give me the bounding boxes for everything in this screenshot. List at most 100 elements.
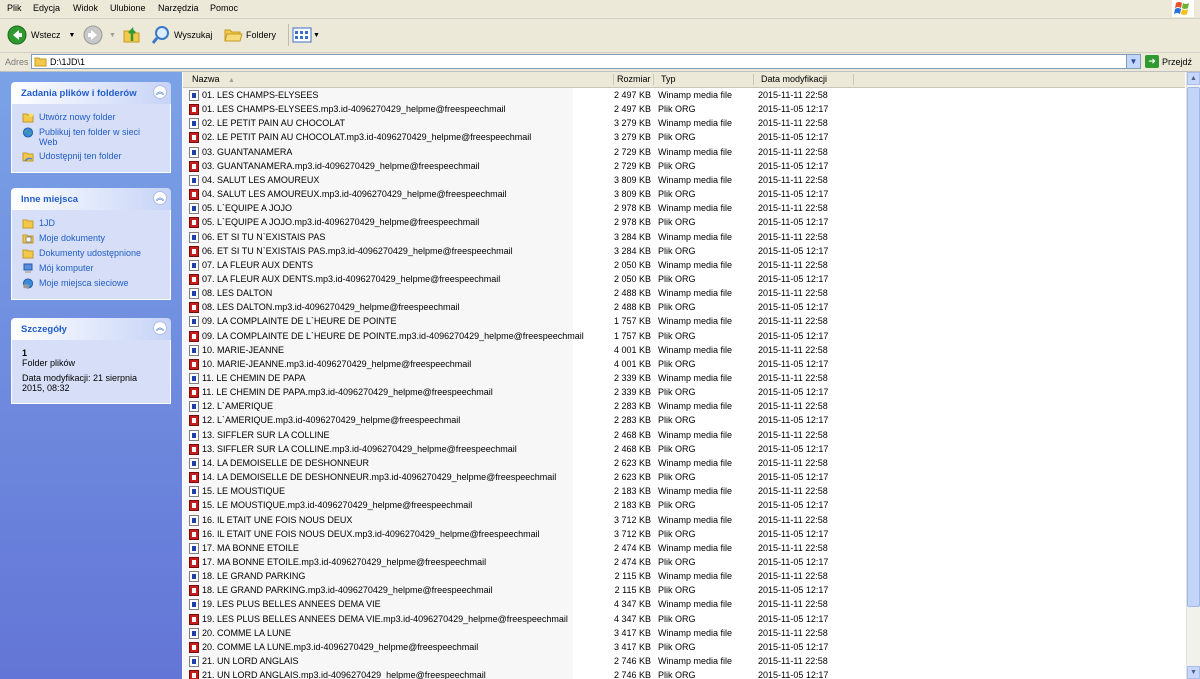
- forward-button[interactable]: ▼: [83, 25, 116, 45]
- file-row[interactable]: 11. LE CHEMIN DE PAPA.mp3.id-4096270429_…: [183, 386, 1185, 400]
- file-row[interactable]: 06. ET SI TU N`EXISTAIS PAS 3 284 KB Winam…: [183, 231, 1185, 245]
- views-button[interactable]: ▼: [288, 24, 320, 46]
- back-button[interactable]: Wstecz ▼: [7, 25, 75, 45]
- address-dropdown-icon[interactable]: ▼: [1126, 55, 1140, 68]
- file-row[interactable]: 21. UN LORD ANGLAIS.mp3.id-4096270429_he…: [183, 669, 1185, 679]
- menu-ulubione[interactable]: Ulubione: [110, 3, 146, 13]
- file-row[interactable]: 09. LA COMPLAINTE DE L`HEURE DE POINTE 1 …: [183, 315, 1185, 329]
- column-date[interactable]: Data modyfikacji: [761, 74, 827, 87]
- column-type[interactable]: Typ: [661, 74, 676, 87]
- file-row[interactable]: 05. L`EQUIPE A JOJO 2 978 KB Winamp media …: [183, 202, 1185, 216]
- file-name: 05. L`EQUIPE A JOJO.mp3.id-4096270429_he…: [202, 217, 480, 228]
- scroll-down-icon[interactable]: ▼: [1187, 666, 1200, 679]
- column-separator[interactable]: [753, 74, 754, 85]
- menu-pomoc[interactable]: Pomoc: [210, 3, 238, 13]
- menu-plik[interactable]: Plik: [7, 3, 22, 13]
- winamp-file-icon: [189, 90, 199, 101]
- file-row[interactable]: 01. LES CHAMPS-ELYSEES 2 497 KB Winamp med…: [183, 89, 1185, 103]
- file-row[interactable]: 03. GUANTANAMERA.mp3.id-4096270429_helpm…: [183, 160, 1185, 174]
- collapse-icon[interactable]: ︽: [153, 85, 167, 99]
- toolbar-separator: [288, 24, 289, 46]
- file-row[interactable]: 17. MA BONNE ETOILE 2 474 KB Winamp media …: [183, 542, 1185, 556]
- place-shared-documents[interactable]: Dokumenty udostępnione: [22, 248, 160, 259]
- file-row[interactable]: 20. COMME LA LUNE.mp3.id-4096270429_help…: [183, 641, 1185, 655]
- file-row[interactable]: 10. MARIE-JEANNE 4 001 KB Winamp media fil…: [183, 344, 1185, 358]
- column-separator[interactable]: [653, 74, 654, 85]
- place-my-computer[interactable]: Mój komputer: [22, 263, 160, 274]
- share-folder-link[interactable]: Udostępnij ten folder: [22, 151, 160, 162]
- file-row[interactable]: 04. SALUT LES AMOUREUX 3 809 KB Winamp med…: [183, 174, 1185, 188]
- share-folder-label: Udostępnij ten folder: [39, 151, 122, 161]
- file-row[interactable]: 15. LE MOUSTIQUE 2 183 KB Winamp media fil…: [183, 485, 1185, 499]
- place-network[interactable]: Moje miejsca sieciowe: [22, 278, 160, 289]
- file-row[interactable]: 19. LES PLUS BELLES ANNEES DEMA VIE 4 347…: [183, 598, 1185, 612]
- new-folder-link[interactable]: Utwórz nowy folder: [22, 112, 160, 123]
- views-dropdown-icon[interactable]: ▼: [313, 32, 320, 39]
- file-row[interactable]: 19. LES PLUS BELLES ANNEES DEMA VIE.mp3.…: [183, 613, 1185, 627]
- vertical-scrollbar[interactable]: ▲ ▼: [1186, 72, 1200, 679]
- address-path: D:\1JD\1: [50, 57, 86, 67]
- file-row[interactable]: 18. LE GRAND PARKING.mp3.id-4096270429_h…: [183, 584, 1185, 598]
- file-name: 19. LES PLUS BELLES ANNEES DEMA VIE: [202, 599, 381, 610]
- file-row[interactable]: 06. ET SI TU N`EXISTAIS PAS.mp3.id-40962…: [183, 245, 1185, 259]
- file-row[interactable]: 01. LES CHAMPS-ELYSEES.mp3.id-4096270429…: [183, 103, 1185, 117]
- go-button[interactable]: ➜ Przejdź: [1145, 55, 1192, 68]
- file-row[interactable]: 13. SIFFLER SUR LA COLLINE 2 468 KB Winamp…: [183, 429, 1185, 443]
- scroll-thumb[interactable]: [1187, 87, 1200, 607]
- file-row[interactable]: 09. LA COMPLAINTE DE L`HEURE DE POINTE.m…: [183, 330, 1185, 344]
- search-button[interactable]: Wyszukaj: [151, 25, 212, 45]
- file-row[interactable]: 20. COMME LA LUNE 3 417 KB Winamp media fi…: [183, 627, 1185, 641]
- file-row[interactable]: 03. GUANTANAMERA 2 729 KB Winamp media fil…: [183, 146, 1185, 160]
- file-row[interactable]: 15. LE MOUSTIQUE.mp3.id-4096270429_helpm…: [183, 499, 1185, 513]
- org-file-icon: [189, 132, 199, 144]
- place-my-documents[interactable]: Moje dokumenty: [22, 233, 160, 244]
- file-row[interactable]: 07. LA FLEUR AUX DENTS 2 050 KB Winamp med…: [183, 259, 1185, 273]
- file-row[interactable]: 08. LES DALTON.mp3.id-4096270429_helpme@…: [183, 301, 1185, 315]
- file-row[interactable]: 12. L`AMERIQUE 2 283 KB Winamp media file 2…: [183, 400, 1185, 414]
- collapse-icon[interactable]: ︽: [153, 191, 167, 205]
- file-row[interactable]: 16. IL ETAIT UNE FOIS NOUS DEUX 3 712 KB W…: [183, 514, 1185, 528]
- winamp-file-icon: [189, 486, 199, 498]
- collapse-icon[interactable]: ︽: [153, 321, 167, 335]
- menu-edycja[interactable]: Edycja: [33, 3, 60, 13]
- file-row[interactable]: 02. LE PETIT PAIN AU CHOCOLAT.mp3.id-409…: [183, 131, 1185, 145]
- file-row[interactable]: 12. L`AMERIQUE.mp3.id-4096270429_helpme@…: [183, 414, 1185, 428]
- column-size[interactable]: Rozmiar: [617, 74, 651, 87]
- column-name[interactable]: Nazwa ▲: [192, 74, 235, 87]
- publish-web-link[interactable]: Publikuj ten folder w sieci Web: [22, 127, 160, 147]
- folders-button[interactable]: Foldery: [223, 25, 276, 45]
- column-separator[interactable]: [613, 74, 614, 85]
- file-row[interactable]: 21. UN LORD ANGLAIS 2 746 KB Winamp media …: [183, 655, 1185, 669]
- file-row[interactable]: 14. LA DEMOISELLE DE DESHONNEUR.mp3.id-4…: [183, 471, 1185, 485]
- up-folder-button[interactable]: [122, 25, 142, 45]
- file-row[interactable]: 11. LE CHEMIN DE PAPA 2 339 KB Winamp medi…: [183, 372, 1185, 386]
- forward-dropdown-icon[interactable]: ▼: [109, 32, 116, 39]
- file-row[interactable]: 14. LA DEMOISELLE DE DESHONNEUR 2 623 KB W…: [183, 457, 1185, 471]
- file-row[interactable]: 07. LA FLEUR AUX DENTS.mp3.id-4096270429…: [183, 273, 1185, 287]
- column-separator[interactable]: [853, 74, 854, 85]
- file-type: Winamp media file: [658, 316, 733, 327]
- menu-widok[interactable]: Widok: [73, 3, 98, 13]
- file-type: Plik ORG: [658, 217, 696, 228]
- place-1jd[interactable]: 1JD: [22, 218, 160, 229]
- file-row[interactable]: 16. IL ETAIT UNE FOIS NOUS DEUX.mp3.id-4…: [183, 528, 1185, 542]
- tasks-panel-header[interactable]: Zadania plików i folderów ︽: [11, 82, 171, 104]
- file-size: 3 417 KB: [613, 627, 651, 638]
- file-row[interactable]: 10. MARIE-JEANNE.mp3.id-4096270429_helpm…: [183, 358, 1185, 372]
- places-panel-header[interactable]: Inne miejsca ︽: [11, 188, 171, 210]
- scroll-up-icon[interactable]: ▲: [1187, 72, 1200, 85]
- back-dropdown-icon[interactable]: ▼: [69, 32, 76, 39]
- file-row[interactable]: 02. LE PETIT PAIN AU CHOCOLAT 3 279 KB Win…: [183, 117, 1185, 131]
- file-row[interactable]: 18. LE GRAND PARKING 2 115 KB Winamp media…: [183, 570, 1185, 584]
- details-panel-header[interactable]: Szczegóły ︽: [11, 318, 171, 340]
- file-row[interactable]: 08. LES DALTON 2 488 KB Winamp media file 2…: [183, 287, 1185, 301]
- file-row[interactable]: 05. L`EQUIPE A JOJO.mp3.id-4096270429_he…: [183, 216, 1185, 230]
- winamp-file-icon: [189, 627, 199, 639]
- menu-narzedzia[interactable]: Narzędzia: [158, 3, 199, 13]
- org-file-icon: [189, 273, 199, 285]
- file-row[interactable]: 17. MA BONNE ETOILE.mp3.id-4096270429_he…: [183, 556, 1185, 570]
- file-row[interactable]: 04. SALUT LES AMOUREUX.mp3.id-4096270429…: [183, 188, 1185, 202]
- file-row[interactable]: 13. SIFFLER SUR LA COLLINE.mp3.id-409627…: [183, 443, 1185, 457]
- address-field[interactable]: D:\1JD\1 ▼: [31, 54, 1141, 69]
- folders-label: Foldery: [246, 30, 277, 40]
